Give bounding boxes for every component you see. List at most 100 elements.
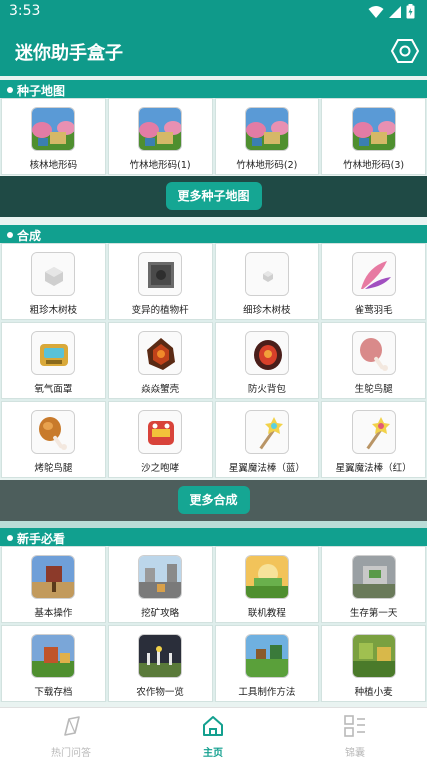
item-thumbnail — [351, 252, 396, 296]
settings-hexagon-icon[interactable] — [391, 37, 419, 65]
grid-item[interactable]: 联机教程 — [214, 546, 320, 623]
grid-item[interactable]: 竹林地形码(1) — [107, 98, 213, 175]
more-band-seed-maps: 更多种子地图 — [0, 176, 427, 217]
item-thumbnail — [138, 410, 183, 454]
grid-item[interactable]: 星翼魔法棒（蓝） — [214, 401, 320, 478]
compass-icon — [64, 716, 80, 736]
grid-item[interactable]: 种植小麦 — [321, 625, 426, 702]
bullet-dot — [7, 232, 13, 238]
grid-item-label: 竹林地形码(1) — [129, 160, 191, 171]
guide-thumbnail — [351, 634, 396, 678]
crafting-grid: 粗珍木树枝 变异的植物杆 细珍木树枝 雀莺羽毛 氧气面罩 焱焱蟹壳 防火背包 生… — [0, 243, 427, 478]
grid-item-label: 工具制作方法 — [238, 687, 296, 698]
map-thumbnail — [31, 107, 76, 151]
grid-item-label: 烤鸵鸟腿 — [34, 463, 73, 474]
grid-item[interactable]: 工具制作方法 — [214, 625, 320, 702]
grid-item[interactable]: 基本操作 — [1, 546, 106, 623]
guide-thumbnail — [351, 555, 396, 599]
grid-item-label: 种植小麦 — [354, 687, 393, 698]
more-band-crafting: 更多合成 — [0, 480, 427, 521]
grid-item[interactable]: 生存第一天 — [321, 546, 426, 623]
item-thumbnail — [244, 410, 289, 454]
grid-item-label: 下载存档 — [34, 687, 73, 698]
nav-tab-home[interactable]: 主页 — [142, 708, 284, 759]
grid-item-label: 粗珍木树枝 — [29, 305, 78, 316]
map-thumbnail — [138, 107, 183, 151]
item-thumbnail — [244, 331, 289, 375]
section-header-newbie: 新手必看 — [0, 528, 427, 548]
grid-item[interactable]: 生鸵鸟腿 — [321, 322, 426, 399]
grid-item[interactable]: 农作物一览 — [107, 625, 213, 702]
wifi-icon — [368, 5, 384, 18]
more-crafting-button[interactable]: 更多合成 — [177, 486, 250, 514]
item-thumbnail — [31, 331, 76, 375]
grid-item[interactable]: 粗珍木树枝 — [1, 243, 106, 320]
map-thumbnail — [244, 107, 289, 151]
item-thumbnail — [351, 410, 396, 454]
status-icons — [368, 4, 415, 19]
status-time: 3:53 — [9, 3, 41, 19]
bullet-dot — [7, 87, 13, 93]
grid-item[interactable]: 沙之咆哮 — [107, 401, 213, 478]
item-thumbnail — [31, 252, 76, 296]
app-bar: 迷你助手盒子 — [0, 26, 427, 76]
grid-item-label: 竹林地形码(2) — [236, 160, 298, 171]
grid-item[interactable]: 竹林地形码(3) — [321, 98, 426, 175]
guide-thumbnail — [31, 634, 76, 678]
guide-thumbnail — [31, 555, 76, 599]
grid-item-label: 防火背包 — [247, 384, 286, 395]
bottom-navigation: 热门问答 主页 锦囊 — [0, 707, 427, 759]
grid-item[interactable]: 防火背包 — [214, 322, 320, 399]
guide-thumbnail — [244, 634, 289, 678]
grid-item-label: 焱焱蟹壳 — [141, 384, 180, 395]
grid-list-icon — [344, 715, 365, 737]
newbie-grid: 基本操作 挖矿攻略 联机教程 生存第一天 下载存档 农作物一览 工具制作方法 种… — [0, 546, 427, 702]
grid-item[interactable]: 氧气面罩 — [1, 322, 106, 399]
grid-item-label: 雀莺羽毛 — [354, 305, 393, 316]
nav-label: 锦囊 — [345, 748, 365, 759]
grid-item-label: 挖矿攻略 — [141, 608, 180, 619]
grid-item[interactable]: 雀莺羽毛 — [321, 243, 426, 320]
section-header-crafting: 合成 — [0, 225, 427, 245]
section-title: 新手必看 — [17, 532, 66, 546]
item-thumbnail — [138, 252, 183, 296]
grid-item-label: 星翼魔法棒（蓝） — [228, 463, 305, 474]
grid-item[interactable]: 变异的植物杆 — [107, 243, 213, 320]
section-title: 合成 — [17, 229, 42, 243]
grid-item[interactable]: 竹林地形码(2) — [214, 98, 320, 175]
nav-tab-tips[interactable]: 锦囊 — [284, 708, 426, 759]
grid-item[interactable]: 焱焱蟹壳 — [107, 322, 213, 399]
more-seed-maps-button[interactable]: 更多种子地图 — [165, 182, 262, 210]
item-thumbnail — [31, 410, 76, 454]
grid-item-label: 氧气面罩 — [34, 384, 73, 395]
grid-item-label: 生鸵鸟腿 — [354, 384, 393, 395]
grid-item[interactable]: 细珍木树枝 — [214, 243, 320, 320]
section-title: 种子地图 — [17, 84, 66, 98]
guide-thumbnail — [138, 634, 183, 678]
grid-item-label: 星翼魔法棒（红） — [335, 463, 412, 474]
nav-label: 热门问答 — [51, 748, 91, 759]
guide-thumbnail — [138, 555, 183, 599]
nav-label: 主页 — [203, 748, 223, 759]
item-thumbnail — [138, 331, 183, 375]
nav-tab-hot-qa[interactable]: 热门问答 — [0, 708, 142, 759]
grid-item-label: 基本操作 — [34, 608, 73, 619]
app-title: 迷你助手盒子 — [15, 43, 123, 64]
grid-item[interactable]: 烤鸵鸟腿 — [1, 401, 106, 478]
signal-icon — [389, 5, 401, 18]
item-thumbnail — [244, 252, 289, 296]
grid-item-label: 竹林地形码(3) — [343, 160, 405, 171]
section-header-seed-maps: 种子地图 — [0, 80, 427, 100]
section-separator — [0, 521, 427, 528]
grid-item[interactable]: 下载存档 — [1, 625, 106, 702]
grid-item-label: 联机教程 — [247, 608, 286, 619]
grid-item-label: 农作物一览 — [136, 687, 184, 698]
grid-item-label: 核林地形码 — [29, 160, 78, 171]
grid-item-label: 细珍木树枝 — [243, 305, 291, 316]
grid-item[interactable]: 核林地形码 — [1, 98, 106, 175]
grid-item[interactable]: 星翼魔法棒（红） — [321, 401, 426, 478]
map-thumbnail — [351, 107, 396, 151]
battery-icon — [406, 4, 415, 19]
home-icon — [203, 716, 223, 736]
grid-item[interactable]: 挖矿攻略 — [107, 546, 213, 623]
